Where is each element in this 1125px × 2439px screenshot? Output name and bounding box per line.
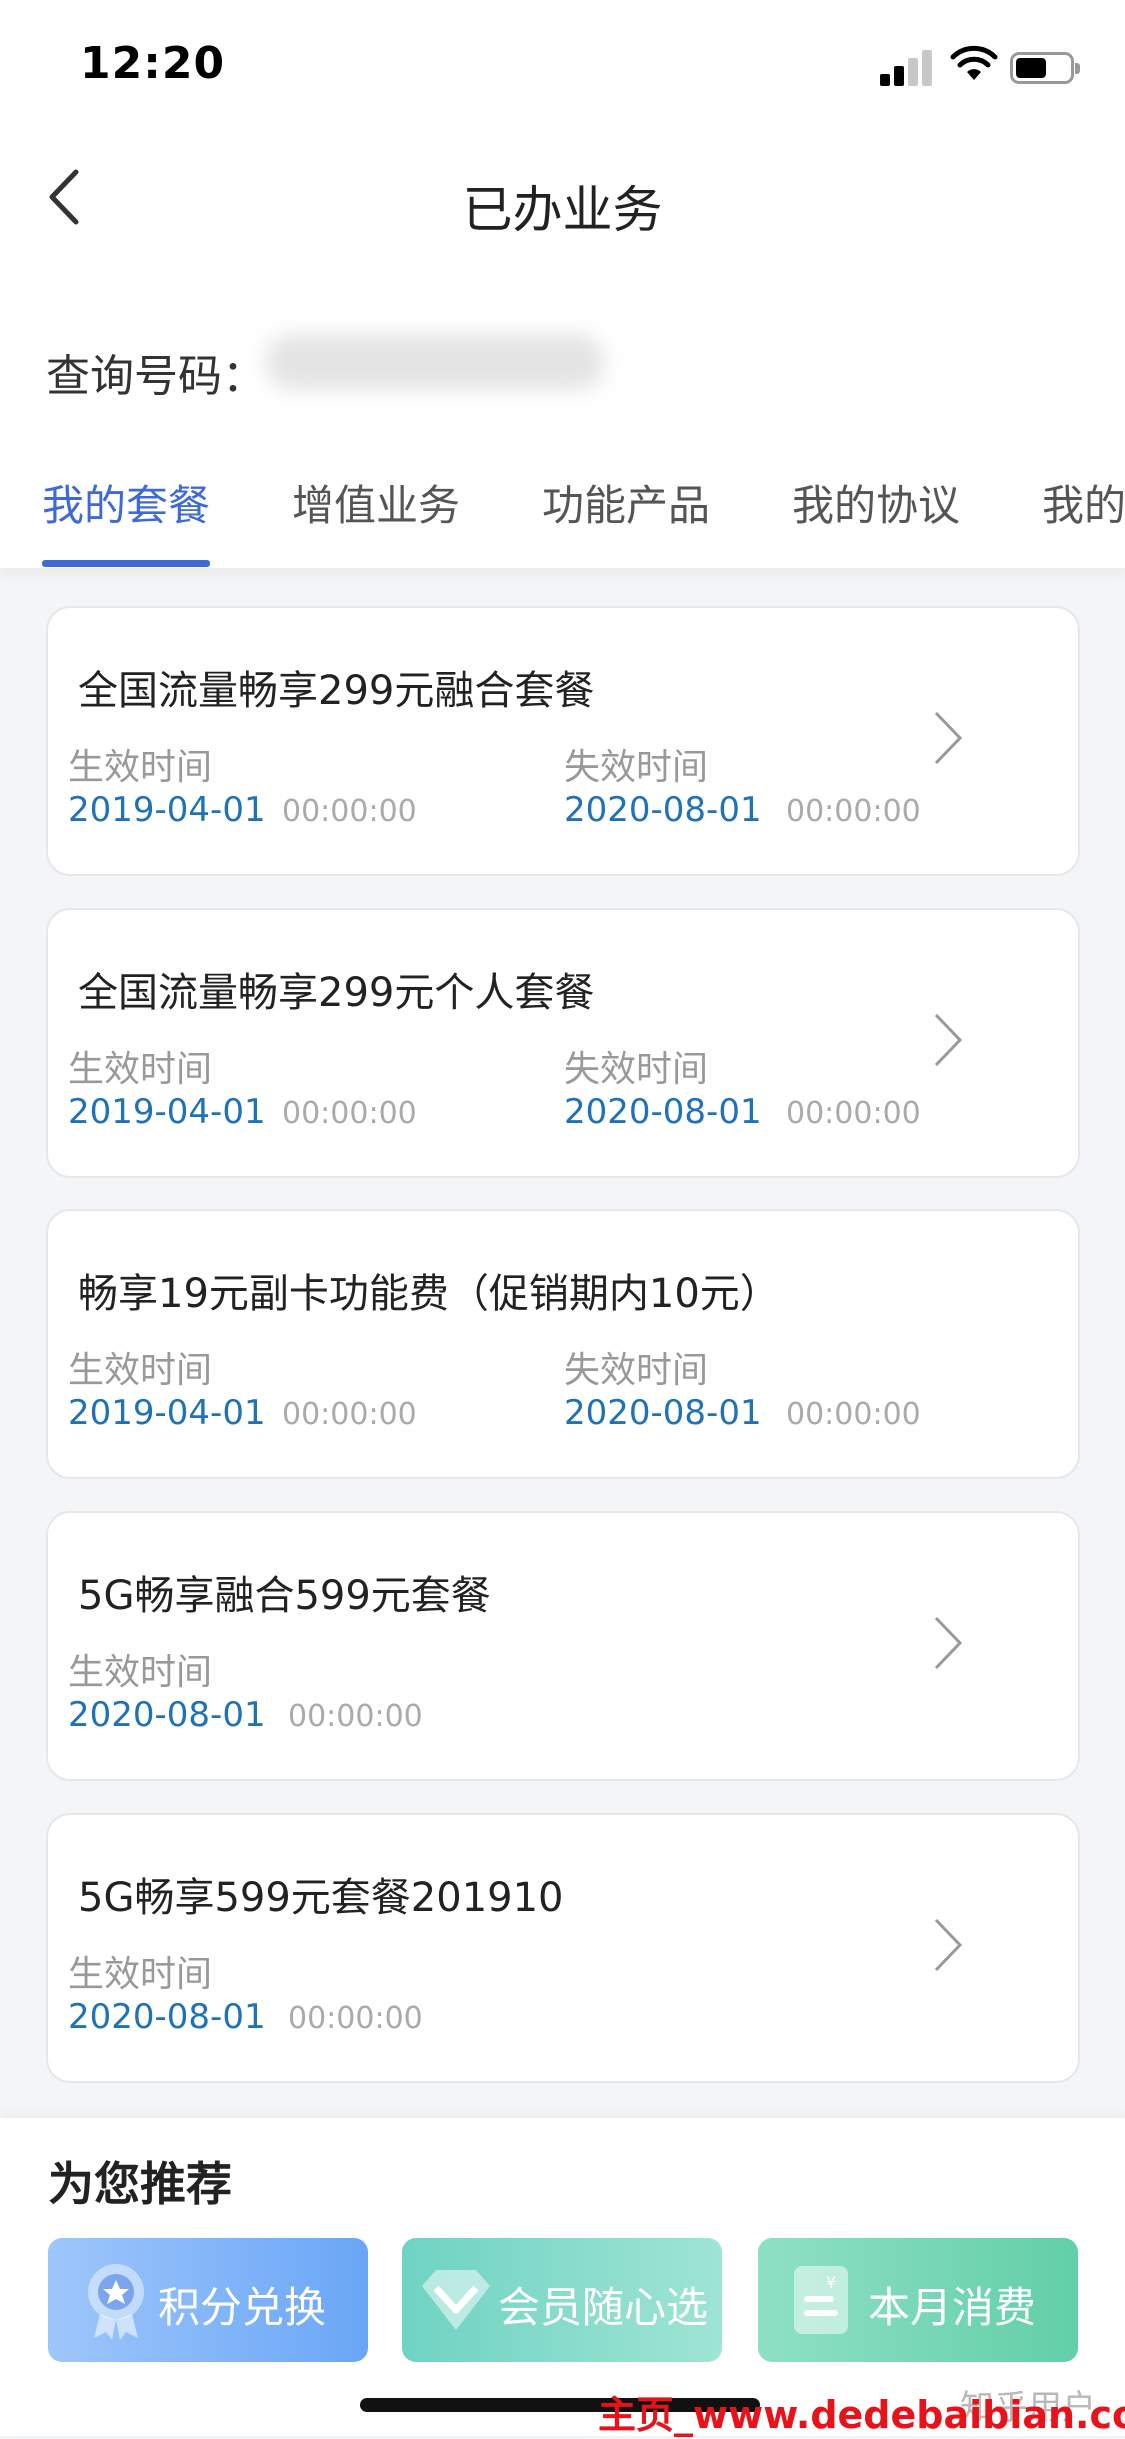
chevron-right-icon bbox=[934, 1013, 963, 1067]
expiry-time: 00:00:00 bbox=[786, 1096, 921, 1131]
points-exchange-label: 积分兑换 bbox=[158, 2283, 327, 2332]
effective-date: 2020-08-01 bbox=[68, 1997, 266, 2037]
expiry-time: 00:00:00 bbox=[786, 1397, 921, 1432]
effective-time: 00:00:00 bbox=[288, 2001, 423, 2036]
expiry-time: 00:00:00 bbox=[786, 794, 921, 829]
plan-title: 全国流量畅享299元融合套餐 bbox=[78, 668, 595, 714]
tab-bar: 我的套餐 增值业务 功能产品 我的协议 我的 bbox=[0, 422, 1125, 568]
plan-card[interactable]: 全国流量畅享299元个人套餐 生效时间 2019-04-01 00:00:00 … bbox=[46, 908, 1080, 1178]
effective-time-label: 生效时间 bbox=[68, 747, 213, 788]
effective-time-label: 生效时间 bbox=[68, 1954, 213, 1995]
wifi-icon bbox=[950, 45, 998, 80]
expiry-time-label: 失效时间 bbox=[564, 1049, 709, 1090]
plan-card[interactable]: 全国流量畅享299元融合套餐 生效时间 2019-04-01 00:00:00 … bbox=[46, 606, 1080, 876]
page-title: 已办业务 bbox=[462, 181, 663, 239]
monthly-spending-button[interactable]: ¥ 本月消费 bbox=[758, 2238, 1078, 2362]
plan-title: 5G畅享599元套餐201910 bbox=[78, 1875, 564, 1921]
member-choice-button[interactable]: 会员随心选 bbox=[402, 2238, 722, 2362]
effective-time: 00:00:00 bbox=[282, 1096, 417, 1131]
query-number-label: 查询号码： bbox=[46, 351, 266, 402]
effective-time: 00:00:00 bbox=[282, 794, 417, 829]
member-choice-label: 会员随心选 bbox=[498, 2283, 709, 2332]
nav-bar: 已办业务 bbox=[0, 132, 1125, 262]
effective-date: 2019-04-01 bbox=[68, 1092, 266, 1132]
tab-my-agreements[interactable]: 我的协议 bbox=[792, 472, 960, 533]
tab-value-added[interactable]: 增值业务 bbox=[292, 472, 460, 533]
svg-text:¥: ¥ bbox=[826, 2273, 836, 2292]
effective-date: 2019-04-01 bbox=[68, 790, 266, 830]
expiry-date: 2020-08-01 bbox=[564, 790, 762, 830]
expiry-date: 2020-08-01 bbox=[564, 1393, 762, 1433]
monthly-spending-label: 本月消费 bbox=[868, 2283, 1037, 2332]
chevron-right-icon bbox=[934, 711, 963, 765]
expiry-date: 2020-08-01 bbox=[564, 1092, 762, 1132]
effective-time: 00:00:00 bbox=[282, 1397, 417, 1432]
status-bar: 12:20 bbox=[0, 0, 1125, 132]
chevron-right-icon bbox=[934, 1918, 963, 1972]
cellular-signal-icon bbox=[880, 48, 936, 86]
effective-date: 2020-08-01 bbox=[68, 1695, 266, 1735]
effective-time: 00:00:00 bbox=[288, 1699, 423, 1734]
query-number-value-blurred bbox=[265, 334, 605, 390]
status-time: 12:20 bbox=[80, 38, 226, 89]
expiry-time-label: 失效时间 bbox=[564, 1350, 709, 1391]
effective-time-label: 生效时间 bbox=[68, 1350, 213, 1391]
query-number-row: 查询号码： bbox=[0, 262, 1125, 422]
bill-icon: ¥ bbox=[794, 2266, 848, 2334]
tab-function-products[interactable]: 功能产品 bbox=[542, 472, 710, 533]
plan-card[interactable]: 5G畅享599元套餐201910 生效时间 2020-08-01 00:00:0… bbox=[46, 1813, 1080, 2083]
effective-date: 2019-04-01 bbox=[68, 1393, 266, 1433]
plan-card[interactable]: 5G畅享融合599元套餐 生效时间 2020-08-01 00:00:00 bbox=[46, 1511, 1080, 1781]
medal-icon bbox=[88, 2264, 144, 2340]
effective-time-label: 生效时间 bbox=[68, 1652, 213, 1693]
plan-title: 5G畅享融合599元套餐 bbox=[78, 1573, 491, 1619]
effective-time-label: 生效时间 bbox=[68, 1049, 213, 1090]
recommend-title: 为您推荐 bbox=[48, 2157, 232, 2211]
points-exchange-button[interactable]: 积分兑换 bbox=[48, 2238, 368, 2362]
expiry-time-label: 失效时间 bbox=[564, 747, 709, 788]
plan-title: 畅享19元副卡功能费（促销期内10元） bbox=[78, 1271, 780, 1317]
diamond-icon bbox=[422, 2270, 490, 2330]
plan-title: 全国流量畅享299元个人套餐 bbox=[78, 970, 595, 1016]
site-watermark: 主页_www.dedebaibian.com bbox=[598, 2393, 1125, 2437]
battery-icon bbox=[1010, 52, 1080, 84]
plan-card: 畅享19元副卡功能费（促销期内10元） 生效时间 2019-04-01 00:0… bbox=[46, 1209, 1080, 1479]
tab-active-indicator bbox=[42, 560, 210, 567]
tab-more[interactable]: 我的 bbox=[1042, 472, 1125, 533]
chevron-right-icon bbox=[934, 1616, 963, 1670]
tab-my-plan[interactable]: 我的套餐 bbox=[42, 472, 210, 533]
